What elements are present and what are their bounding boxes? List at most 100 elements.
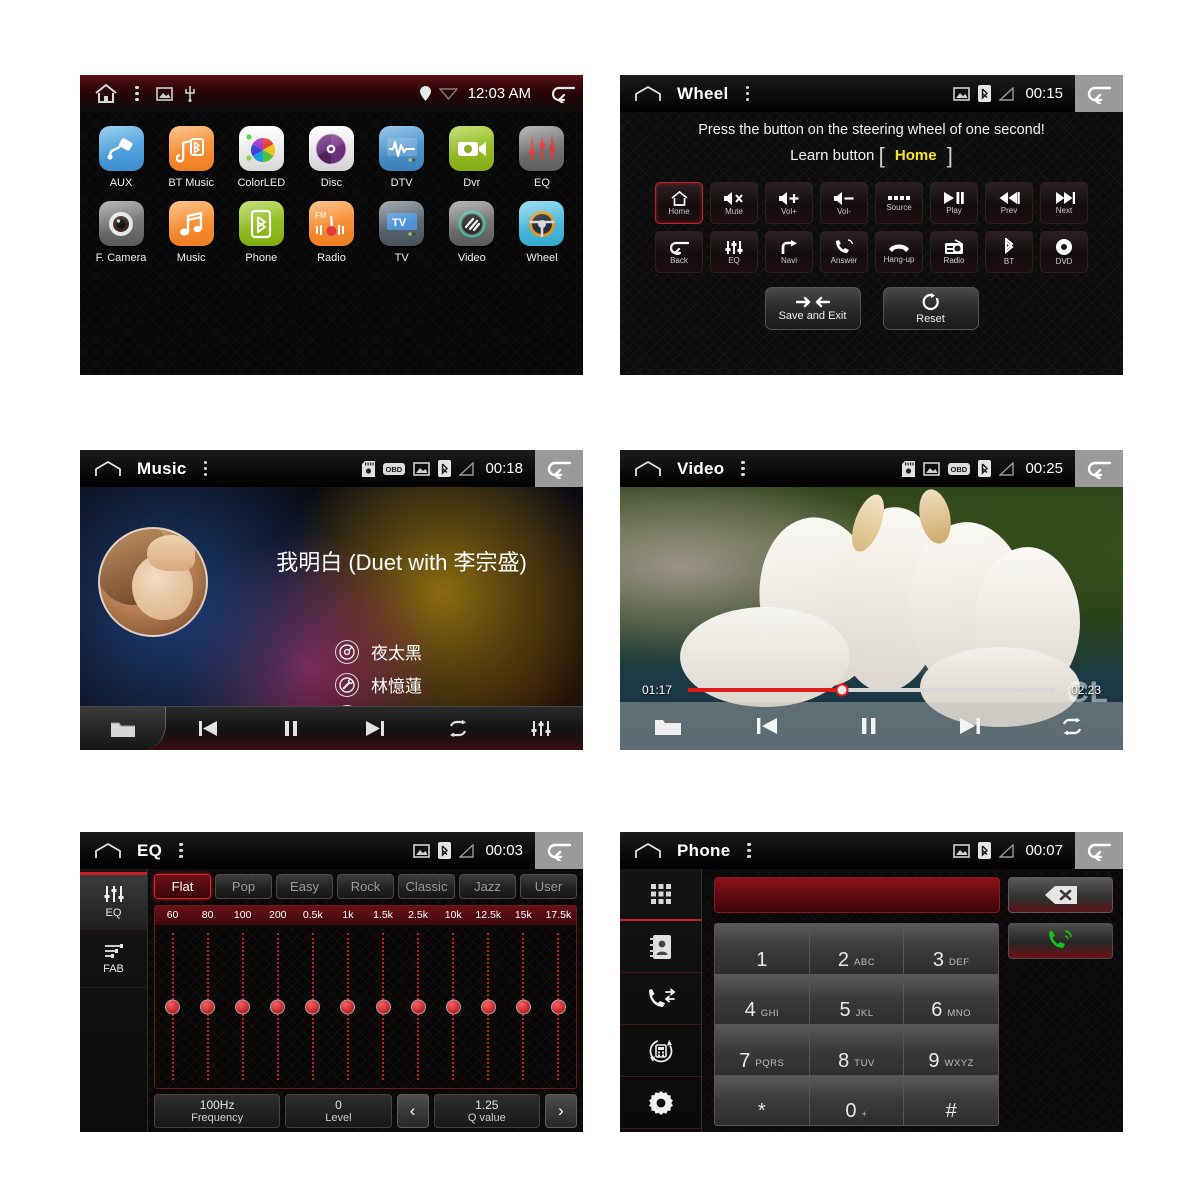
home-icon[interactable] xyxy=(634,842,662,859)
call-button[interactable] xyxy=(1008,923,1113,959)
phone-number-input[interactable] xyxy=(714,877,1000,913)
app-f-camera[interactable]: F. Camera xyxy=(90,201,152,264)
overflow-menu-icon[interactable] xyxy=(129,85,145,102)
eq-band-slider[interactable] xyxy=(365,925,400,1088)
eq-level-display[interactable]: 0 Level xyxy=(285,1094,392,1128)
eq-frequency-display[interactable]: 100Hz Frequency xyxy=(154,1094,281,1128)
eq-band-knob[interactable] xyxy=(200,999,216,1014)
eq-band-slider[interactable] xyxy=(155,925,190,1088)
keypad-key-2[interactable]: 2 ABC xyxy=(809,924,904,974)
home-icon[interactable] xyxy=(94,842,122,859)
app-dtv[interactable]: DTV xyxy=(371,126,433,189)
eq-preset-flat[interactable]: Flat xyxy=(154,874,211,899)
eq-band-knob[interactable] xyxy=(445,999,461,1014)
home-icon[interactable] xyxy=(94,460,122,477)
repeat-button[interactable] xyxy=(416,720,499,737)
phone-tab-settings[interactable] xyxy=(620,1077,701,1129)
wheel-btn-volume-down[interactable]: Vol- xyxy=(820,182,868,224)
eq-band-knob[interactable] xyxy=(410,999,426,1014)
eq-q-value-display[interactable]: 1.25 Q value xyxy=(433,1094,540,1128)
keypad-key-hash[interactable]: # xyxy=(904,1075,998,1125)
eq-band-slider[interactable] xyxy=(295,925,330,1088)
keypad-key-5[interactable]: 5 JKL xyxy=(809,974,904,1024)
app-colorled[interactable]: ColorLED xyxy=(230,126,292,189)
back-button[interactable] xyxy=(1075,75,1123,112)
app-tv[interactable]: TV TV xyxy=(371,201,433,264)
wheel-btn-bt[interactable]: BT xyxy=(985,231,1033,273)
eq-band-slider[interactable] xyxy=(225,925,260,1088)
overflow-menu-icon[interactable] xyxy=(735,460,751,477)
phone-tab-sync[interactable] xyxy=(620,1025,701,1077)
phone-tab-dialpad[interactable] xyxy=(620,869,701,921)
keypad-key-4[interactable]: 4 GHI xyxy=(715,974,809,1024)
overflow-menu-icon[interactable] xyxy=(741,842,757,859)
wheel-btn-hangup[interactable]: Hang-up xyxy=(875,231,923,273)
wheel-btn-source[interactable]: Source xyxy=(875,182,923,224)
eq-slider-area[interactable] xyxy=(155,925,576,1088)
wheel-btn-volume-up[interactable]: Vol+ xyxy=(765,182,813,224)
home-icon[interactable] xyxy=(94,83,118,104)
eq-band-knob[interactable] xyxy=(550,999,566,1014)
eq-preset-classic[interactable]: Classic xyxy=(398,874,455,899)
app-radio[interactable]: FM Radio xyxy=(300,201,362,264)
next-button[interactable] xyxy=(333,720,416,737)
keypad-key-8[interactable]: 8 TUV xyxy=(809,1025,904,1075)
app-wheel[interactable]: Wheel xyxy=(511,201,573,264)
back-button[interactable] xyxy=(535,832,583,869)
app-phone[interactable]: Phone xyxy=(230,201,292,264)
phone-tab-call-log[interactable] xyxy=(620,973,701,1025)
eq-band-knob[interactable] xyxy=(515,999,531,1014)
eq-band-slider[interactable] xyxy=(260,925,295,1088)
app-aux[interactable]: AUX xyxy=(90,126,152,189)
equalizer-button[interactable] xyxy=(500,720,583,737)
app-disc[interactable]: Disc xyxy=(300,126,362,189)
save-and-exit-button[interactable]: Save and Exit xyxy=(764,287,861,330)
eq-band-slider[interactable] xyxy=(330,925,365,1088)
home-icon[interactable] xyxy=(634,85,662,102)
reset-button[interactable]: Reset xyxy=(882,287,979,330)
wheel-btn-back[interactable]: Back xyxy=(655,231,703,273)
wheel-btn-eq[interactable]: EQ xyxy=(710,231,758,273)
eq-preset-jazz[interactable]: Jazz xyxy=(459,874,516,899)
wheel-btn-answer[interactable]: Answer xyxy=(820,231,868,273)
home-icon[interactable] xyxy=(634,460,662,477)
q-value-decrease-button[interactable]: ‹ xyxy=(396,1094,429,1128)
eq-band-slider[interactable] xyxy=(436,925,471,1088)
eq-band-knob[interactable] xyxy=(235,999,251,1014)
wheel-btn-dvd[interactable]: DVD xyxy=(1040,231,1088,273)
eq-band-knob[interactable] xyxy=(270,999,286,1014)
video-progress[interactable]: 01:17 02:23 xyxy=(620,683,1123,697)
eq-tab-fab[interactable]: FAB xyxy=(80,930,147,988)
keypad-key-1[interactable]: 1 xyxy=(715,924,809,974)
overflow-menu-icon[interactable] xyxy=(173,842,189,859)
keypad-key-3[interactable]: 3 DEF xyxy=(904,924,998,974)
overflow-menu-icon[interactable] xyxy=(740,85,756,102)
eq-band-knob[interactable] xyxy=(165,999,181,1014)
back-button[interactable] xyxy=(1075,832,1123,869)
eq-preset-user[interactable]: User xyxy=(520,874,577,899)
backspace-button[interactable] xyxy=(1008,877,1113,913)
eq-band-knob[interactable] xyxy=(340,999,356,1014)
wheel-btn-play[interactable]: Play xyxy=(930,182,978,224)
eq-band-slider[interactable] xyxy=(506,925,541,1088)
previous-button[interactable] xyxy=(166,720,249,737)
progress-track[interactable] xyxy=(688,683,1055,697)
pause-button[interactable] xyxy=(818,717,920,735)
phone-tab-contacts[interactable] xyxy=(620,921,701,973)
progress-knob[interactable] xyxy=(835,683,849,697)
previous-button[interactable] xyxy=(716,717,818,735)
eq-band-slider[interactable] xyxy=(190,925,225,1088)
back-button[interactable] xyxy=(1075,450,1123,487)
pause-button[interactable] xyxy=(249,720,332,737)
next-button[interactable] xyxy=(920,717,1022,735)
eq-band-knob[interactable] xyxy=(375,999,391,1014)
keypad-key-0[interactable]: 0 + xyxy=(809,1075,904,1125)
wheel-btn-prev[interactable]: Prev xyxy=(985,182,1033,224)
overflow-menu-icon[interactable] xyxy=(198,460,214,477)
eq-band-knob[interactable] xyxy=(305,999,321,1014)
keypad-key-9[interactable]: 9 WXYZ xyxy=(904,1025,998,1075)
eq-tab-eq[interactable]: EQ xyxy=(80,872,147,930)
eq-band-slider[interactable] xyxy=(541,925,576,1088)
eq-preset-pop[interactable]: Pop xyxy=(215,874,272,899)
wheel-btn-next[interactable]: Next xyxy=(1040,182,1088,224)
